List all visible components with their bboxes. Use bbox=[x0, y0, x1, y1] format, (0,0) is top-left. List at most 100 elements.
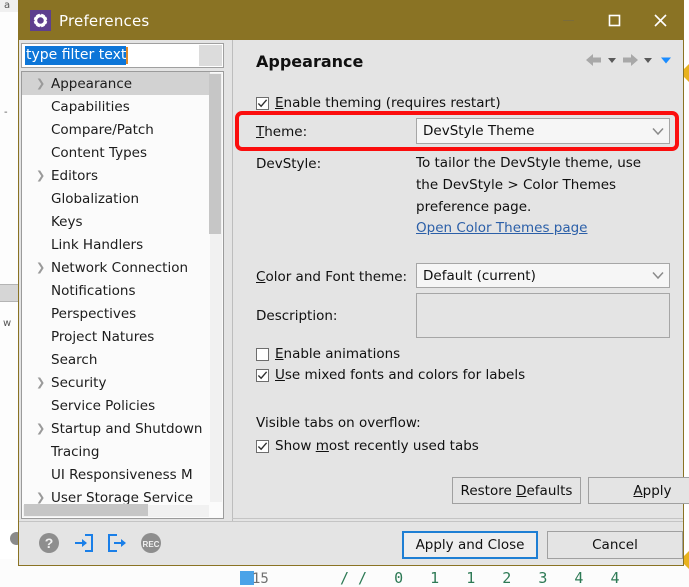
tree-item-compare-patch[interactable]: Compare/Patch bbox=[22, 118, 210, 141]
chevron-right-icon[interactable]: ❯ bbox=[36, 77, 51, 90]
check-icon bbox=[257, 370, 268, 379]
apply-and-close-button[interactable]: Apply and Close bbox=[402, 531, 538, 559]
tree-item-network-connection[interactable]: ❯ Network Connection bbox=[22, 256, 210, 279]
devstyle-info-line1: To tailor the DevStyle theme, use bbox=[416, 155, 642, 171]
tree-item-appearance[interactable]: ❯ Appearance bbox=[22, 72, 210, 95]
devstyle-info-line2: the DevStyle > Color Themes bbox=[416, 177, 617, 193]
preferences-tree[interactable]: ❯ Appearance Capabilities Compare/Patch Cont… bbox=[21, 71, 224, 519]
tree-item-perspectives[interactable]: Perspectives bbox=[22, 302, 210, 325]
apply-label: Apply bbox=[633, 482, 672, 499]
tree-item-notifications[interactable]: Notifications bbox=[22, 279, 210, 302]
open-color-themes-link[interactable]: Open Color Themes page bbox=[416, 220, 588, 236]
enable-theming-checkbox[interactable] bbox=[256, 96, 269, 110]
theme-select[interactable]: DevStyle Theme bbox=[416, 118, 670, 144]
help-icon[interactable]: ? bbox=[37, 531, 61, 555]
svg-text:REC: REC bbox=[143, 540, 160, 549]
tree-item-label: Notifications bbox=[51, 282, 136, 299]
tree-item-label: Tracing bbox=[51, 443, 100, 460]
tree-horizontal-scroll-thumb[interactable] bbox=[24, 504, 148, 516]
dialog-title: Preferences bbox=[59, 12, 150, 30]
enable-animations-checkbox-row[interactable]: Enable animations bbox=[256, 346, 400, 362]
theme-select-value: DevStyle Theme bbox=[423, 123, 535, 139]
view-menu-chevron-down-icon[interactable] bbox=[659, 54, 673, 66]
show-mru-tabs-checkbox-row[interactable]: Show most recently used tabs bbox=[256, 438, 479, 454]
tree-item-label: Service Policies bbox=[51, 397, 156, 414]
tree-item-label: Content Types bbox=[51, 144, 148, 161]
chevron-right-icon[interactable]: ❯ bbox=[36, 261, 51, 274]
filter-input-value: type filter text bbox=[25, 45, 127, 66]
background-line-number: 15 bbox=[252, 571, 269, 587]
tree-item-security[interactable]: ❯ Security bbox=[22, 371, 210, 394]
tree-item-startup-and-shutdown[interactable]: ❯ Startup and Shutdown bbox=[22, 417, 210, 440]
window-controls bbox=[545, 1, 683, 40]
tree-horizontal-scrollbar[interactable] bbox=[23, 504, 209, 517]
check-icon bbox=[257, 98, 268, 107]
appearance-page: Appearance Enable theming (requires rest… bbox=[232, 40, 689, 521]
tree-vertical-scroll-thumb[interactable] bbox=[209, 74, 221, 234]
mixed-fonts-checkbox-row[interactable]: Use mixed fonts and colors for labels bbox=[256, 367, 525, 383]
chevron-right-icon[interactable]: ❯ bbox=[36, 169, 51, 182]
devstyle-label: DevStyle: bbox=[256, 156, 322, 172]
content-footer-separator bbox=[232, 518, 683, 519]
chevron-right-icon[interactable]: ❯ bbox=[36, 422, 51, 435]
chevron-right-icon[interactable]: ❯ bbox=[36, 376, 51, 389]
enable-theming-label: EEnable theming (requires restart)nable … bbox=[275, 95, 501, 111]
cancel-button[interactable]: Cancel bbox=[547, 531, 683, 559]
forward-chevron-down-icon[interactable] bbox=[642, 54, 654, 66]
tree-item-label: Link Handlers bbox=[51, 236, 144, 253]
tree-items-container: ❯ Appearance Capabilities Compare/Patch Cont… bbox=[22, 72, 210, 509]
back-arrow-icon[interactable] bbox=[584, 52, 604, 68]
tree-item-label: Appearance bbox=[51, 75, 133, 92]
page-navigation-toolbar bbox=[584, 52, 673, 68]
tree-item-project-natures[interactable]: Project Natures bbox=[22, 325, 210, 348]
chevron-down-icon bbox=[647, 271, 669, 280]
devstyle-info-line3: preference page. bbox=[416, 199, 532, 215]
search-input[interactable]: type filter text bbox=[21, 43, 224, 68]
restore-defaults-button[interactable]: Restore Defaults bbox=[452, 477, 581, 504]
tree-vertical-scrollbar[interactable] bbox=[209, 73, 222, 502]
tree-item-globalization[interactable]: Globalization bbox=[22, 187, 210, 210]
minimize-icon[interactable] bbox=[545, 1, 591, 40]
filter-clear-button[interactable] bbox=[199, 45, 222, 66]
background-label-a: a bbox=[4, 0, 11, 11]
chevron-down-icon bbox=[647, 127, 669, 136]
enable-theming-checkbox-row[interactable]: EEnable theming (requires restart)nable … bbox=[256, 95, 501, 111]
tree-item-capabilities[interactable]: Capabilities bbox=[22, 95, 210, 118]
footer-icon-group: ? REC bbox=[37, 531, 163, 555]
maximize-icon[interactable] bbox=[591, 1, 637, 40]
check-icon bbox=[257, 441, 268, 450]
tree-item-search[interactable]: Search bbox=[22, 348, 210, 371]
tree-item-label: Search bbox=[51, 351, 98, 368]
close-icon[interactable] bbox=[637, 1, 683, 40]
theme-label: Theme: bbox=[256, 124, 308, 140]
background-label-dash: - bbox=[4, 107, 8, 118]
tree-item-keys[interactable]: Keys bbox=[22, 210, 210, 233]
tree-item-service-policies[interactable]: Service Policies bbox=[22, 394, 210, 417]
color-font-theme-label: Color and Font theme: bbox=[256, 269, 408, 285]
tree-item-ui-responsiveness-m[interactable]: UI Responsiveness M bbox=[22, 463, 210, 486]
import-icon[interactable] bbox=[71, 531, 95, 555]
description-field[interactable] bbox=[416, 293, 670, 338]
tree-item-content-types[interactable]: Content Types bbox=[22, 141, 210, 164]
mixed-fonts-checkbox[interactable] bbox=[256, 368, 269, 382]
tree-item-label: Keys bbox=[51, 213, 83, 230]
svg-text:?: ? bbox=[45, 535, 54, 551]
export-icon[interactable] bbox=[105, 531, 129, 555]
chevron-right-icon[interactable]: ❯ bbox=[36, 491, 51, 504]
enable-animations-checkbox[interactable] bbox=[256, 347, 269, 361]
text-caret bbox=[126, 47, 129, 64]
show-mru-tabs-label: Show most recently used tabs bbox=[275, 438, 479, 454]
tree-item-label: Project Natures bbox=[51, 328, 155, 345]
apply-button[interactable]: Apply bbox=[588, 477, 689, 504]
tree-item-editors[interactable]: ❯ Editors bbox=[22, 164, 210, 187]
color-font-theme-select[interactable]: Default (current) bbox=[416, 263, 670, 288]
show-mru-tabs-checkbox[interactable] bbox=[256, 439, 269, 453]
back-chevron-down-icon[interactable] bbox=[606, 54, 618, 66]
gear-icon bbox=[30, 10, 51, 31]
rec-icon[interactable]: REC bbox=[139, 531, 163, 555]
forward-arrow-icon[interactable] bbox=[620, 52, 640, 68]
tree-item-label: Security bbox=[51, 374, 107, 391]
tree-item-tracing[interactable]: Tracing bbox=[22, 440, 210, 463]
dialog-titlebar[interactable]: Preferences bbox=[19, 1, 683, 40]
tree-item-link-handlers[interactable]: Link Handlers bbox=[22, 233, 210, 256]
